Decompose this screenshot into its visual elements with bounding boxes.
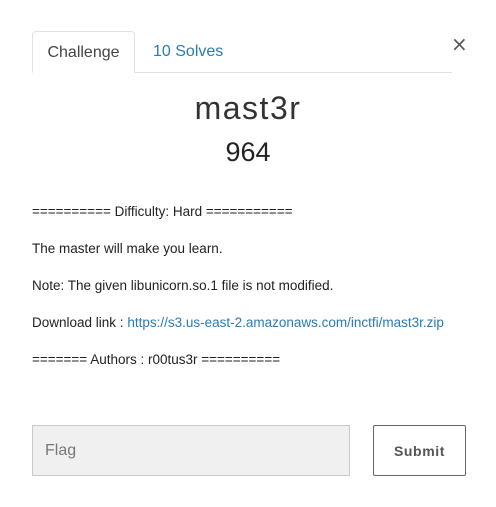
description-note: Note: The given libunicorn.so.1 file is …: [32, 278, 334, 293]
challenge-name: mast3r: [194, 90, 302, 126]
description-summary: The master will make you learn.: [32, 241, 223, 256]
download-label: Download link :: [32, 315, 128, 330]
challenge-value: 964: [225, 137, 271, 167]
download-line: Download link : https://s3.us-east-2.ama…: [32, 314, 444, 332]
tab-challenge[interactable]: Challenge: [32, 31, 135, 73]
download-link[interactable]: https://s3.us-east-2.amazonaws.com/inctf…: [127, 315, 444, 330]
submit-button[interactable]: Submit: [373, 425, 466, 476]
close-button[interactable]: ×: [451, 34, 468, 54]
difficulty-line: ========== Difficulty: Hard ===========: [32, 204, 293, 219]
tab-solves[interactable]: 10 Solves: [153, 31, 223, 72]
challenge-tabs: Challenge 10 Solves: [32, 31, 452, 73]
authors-line: ======= Authors : r00tus3r ==========: [32, 352, 281, 367]
flag-input[interactable]: [32, 425, 350, 476]
